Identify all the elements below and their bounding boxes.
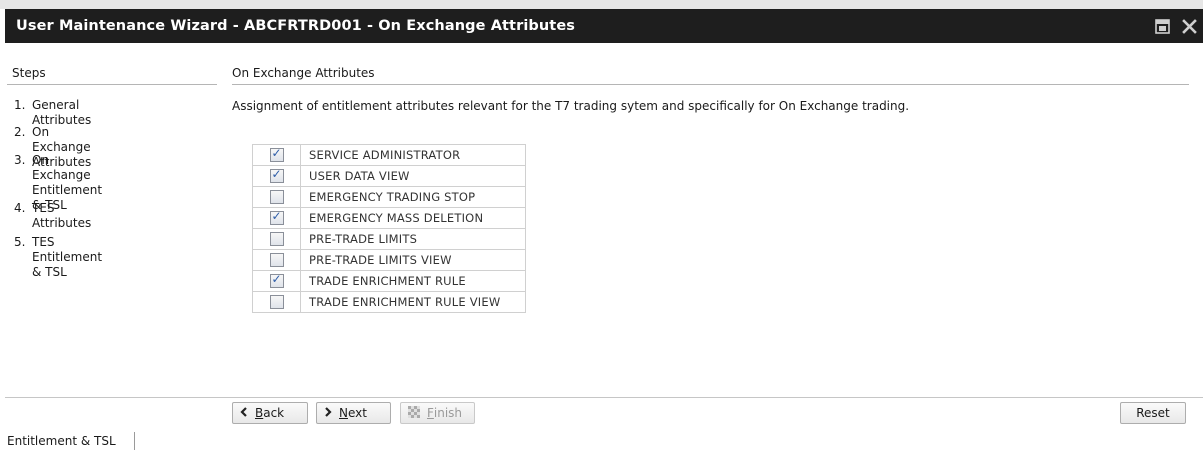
- steps-header: Steps: [12, 66, 46, 80]
- section-description: Assignment of entitlement attributes rel…: [232, 99, 910, 113]
- checkbox-cell: [252, 270, 301, 292]
- divider: [232, 84, 1189, 85]
- back-button[interactable]: Back: [232, 402, 308, 424]
- attribute-row: SERVICE ADMINISTRATOR: [252, 144, 526, 166]
- checkbox-cell: [252, 207, 301, 229]
- attribute-checkbox[interactable]: [269, 167, 284, 184]
- attribute-row: USER DATA VIEW: [252, 165, 526, 187]
- close-icon[interactable]: [1181, 18, 1197, 34]
- attribute-row: PRE-TRADE LIMITS: [252, 228, 526, 250]
- window-title: User Maintenance Wizard - ABCFRTRD001 - …: [16, 18, 576, 34]
- chevron-right-icon: [323, 406, 333, 420]
- step-number: 3.: [14, 153, 26, 167]
- attribute-label: USER DATA VIEW: [300, 165, 526, 187]
- checkbox-cell: [252, 249, 301, 271]
- step-label: TES Attributes: [32, 201, 92, 230]
- restore-window-icon[interactable]: [1154, 18, 1170, 34]
- attribute-checkbox[interactable]: [269, 190, 284, 205]
- finish-label: inish: [433, 406, 463, 420]
- attribute-label: TRADE ENRICHMENT RULE: [300, 270, 526, 292]
- step-number: 2.: [14, 125, 26, 139]
- attribute-checkbox[interactable]: [269, 146, 284, 163]
- next-button[interactable]: Next: [316, 402, 391, 424]
- section-title: On Exchange Attributes: [232, 66, 375, 80]
- reset-button[interactable]: Reset: [1120, 402, 1186, 424]
- attribute-label: SERVICE ADMINISTRATOR: [300, 144, 526, 166]
- attribute-checkbox[interactable]: [269, 272, 284, 289]
- attributes-table: SERVICE ADMINISTRATORUSER DATA VIEWEMERG…: [252, 144, 526, 313]
- attribute-row: TRADE ENRICHMENT RULE: [252, 270, 526, 292]
- back-mnemonic: B: [255, 406, 264, 420]
- attribute-row: EMERGENCY MASS DELETION: [252, 207, 526, 229]
- next-mnemonic: N: [339, 406, 348, 420]
- status-bar-text: Entitlement & TSL: [7, 432, 135, 450]
- checkered-flag-icon: [407, 405, 421, 422]
- finish-mnemonic: F: [427, 406, 434, 420]
- attribute-row: TRADE ENRICHMENT RULE VIEW: [252, 291, 526, 313]
- step-number: 1.: [14, 98, 26, 112]
- next-label: ext: [347, 406, 367, 420]
- attribute-checkbox[interactable]: [269, 209, 284, 226]
- attribute-checkbox[interactable]: [269, 232, 284, 247]
- step-label: TES Entitlement & TSL: [32, 235, 103, 279]
- checkbox-cell: [252, 228, 301, 250]
- divider: [7, 84, 217, 85]
- attribute-checkbox[interactable]: [269, 295, 284, 310]
- attribute-row: PRE-TRADE LIMITS VIEW: [252, 249, 526, 271]
- step-general-attributes[interactable]: 1. General Attributes: [14, 98, 92, 128]
- attribute-label: PRE-TRADE LIMITS: [300, 228, 526, 250]
- step-number: 5.: [14, 235, 26, 249]
- chevron-left-icon: [239, 406, 249, 420]
- step-label-line1: On Exchange: [32, 153, 91, 182]
- attribute-row: EMERGENCY TRADING STOP: [252, 186, 526, 208]
- attribute-label: PRE-TRADE LIMITS VIEW: [300, 249, 526, 271]
- attribute-label: EMERGENCY TRADING STOP: [300, 186, 526, 208]
- step-number: 4.: [14, 201, 26, 215]
- finish-button[interactable]: Finish: [400, 402, 475, 424]
- checkbox-cell: [252, 165, 301, 187]
- attribute-checkbox[interactable]: [269, 253, 284, 268]
- checkbox-cell: [252, 144, 301, 166]
- attribute-label: TRADE ENRICHMENT RULE VIEW: [300, 291, 526, 313]
- divider: [5, 397, 1203, 398]
- checkbox-cell: [252, 186, 301, 208]
- attribute-label: EMERGENCY MASS DELETION: [300, 207, 526, 229]
- checkbox-cell: [252, 291, 301, 313]
- window-titlebar: User Maintenance Wizard - ABCFRTRD001 - …: [5, 9, 1203, 43]
- top-strip: [0, 0, 1203, 9]
- wizard-body: Steps 1. General Attributes 2. On Exchan…: [5, 43, 1203, 452]
- step-tes-entitlement[interactable]: 5. TES Entitlement & TSL: [14, 235, 103, 280]
- step-tes-attributes[interactable]: 4. TES Attributes: [14, 201, 92, 231]
- step-label: General Attributes: [32, 98, 92, 127]
- back-label: ack: [263, 406, 285, 420]
